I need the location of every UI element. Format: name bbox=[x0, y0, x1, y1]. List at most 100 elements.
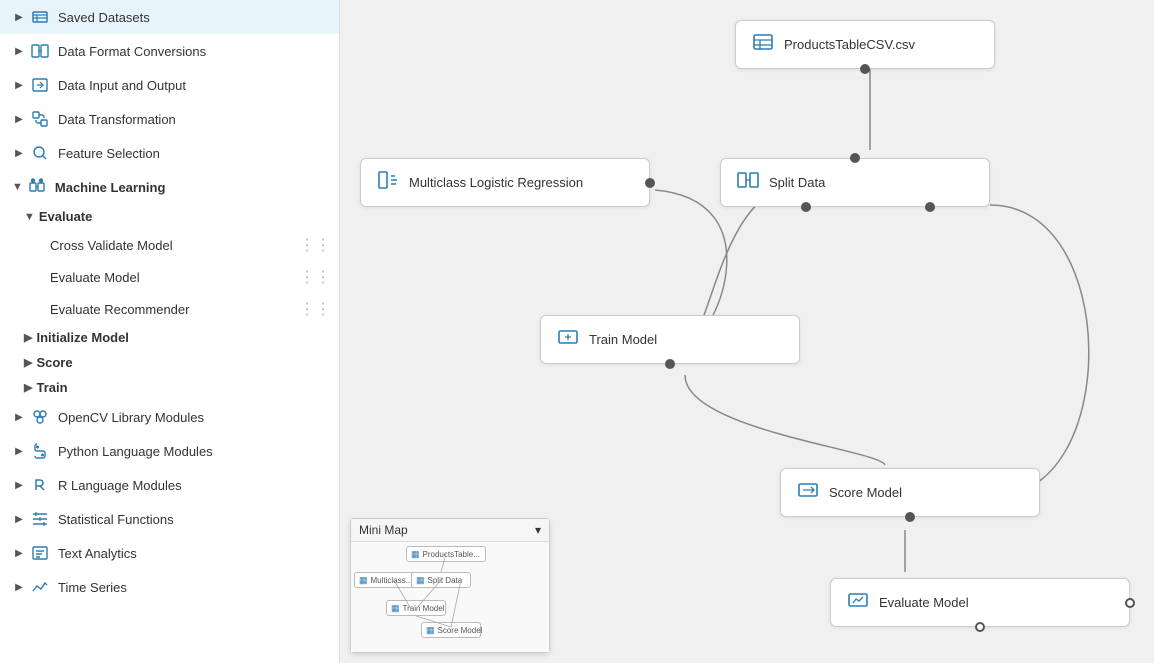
split-data-icon bbox=[737, 169, 759, 196]
mini-node-train: ▦ Train Model bbox=[386, 600, 446, 616]
mini-node-score: ▦ Score Model bbox=[421, 622, 481, 638]
chevron-right-icon: ▶ bbox=[12, 478, 26, 492]
sidebar-item-python[interactable]: ▶ Python Language Modules bbox=[0, 434, 339, 468]
multiclass-logistic-regression-node[interactable]: Multiclass Logistic Regression bbox=[360, 158, 650, 207]
mini-map-label: Mini Map bbox=[359, 523, 408, 537]
data-transform-icon bbox=[30, 109, 50, 129]
text-analytics-icon bbox=[30, 543, 50, 563]
train-model-icon bbox=[557, 326, 579, 353]
mini-node-split: ▦ Split Data bbox=[411, 572, 471, 588]
evaluate-subsection-header[interactable]: ▼ Evaluate bbox=[24, 204, 339, 229]
sidebar-item-r-language[interactable]: ▶ R Language Modules bbox=[0, 468, 339, 502]
evaluate-model-node[interactable]: Evaluate Model bbox=[830, 578, 1130, 627]
train-model-label: Train Model bbox=[589, 332, 657, 347]
train-header[interactable]: ▶ Train bbox=[24, 375, 339, 400]
sidebar-item-data-transformation[interactable]: ▶ Data Transformation bbox=[0, 102, 339, 136]
score-label: Score bbox=[36, 355, 72, 370]
node-port-bottom-right bbox=[925, 202, 935, 212]
mini-map-header[interactable]: Mini Map ▾ bbox=[351, 519, 549, 542]
chevron-right-icon: ▶ bbox=[12, 546, 26, 560]
sidebar-item-data-input-output[interactable]: ▶ Data Input and Output bbox=[0, 68, 339, 102]
chevron-right-icon: ▶ bbox=[12, 580, 26, 594]
node-port-bottom bbox=[665, 359, 675, 369]
sidebar-item-saved-datasets[interactable]: ▶ Saved Datasets bbox=[0, 0, 339, 34]
train-label: Train bbox=[36, 380, 67, 395]
sidebar-item-time-series[interactable]: ▶ Time Series bbox=[0, 570, 339, 604]
regression-icon bbox=[377, 169, 399, 196]
node-port-bottom bbox=[860, 64, 870, 74]
evaluate-model-item[interactable]: Evaluate Model ⋮⋮ bbox=[44, 261, 339, 293]
sidebar-item-label: OpenCV Library Modules bbox=[58, 410, 327, 425]
node-port-top bbox=[850, 153, 860, 163]
sidebar-item-label: Data Input and Output bbox=[58, 78, 327, 93]
chevron-right-icon: ▶ bbox=[12, 512, 26, 526]
sidebar-item-label: Text Analytics bbox=[58, 546, 327, 561]
evaluate-label: Evaluate bbox=[39, 209, 92, 224]
sidebar-item-label: Data Format Conversions bbox=[58, 44, 327, 59]
sidebar-item-label: Feature Selection bbox=[58, 146, 327, 161]
chevron-down-icon: ▼ bbox=[12, 181, 23, 193]
feature-selection-icon bbox=[30, 143, 50, 163]
machine-learning-subsection: ▼ Evaluate Cross Validate Model ⋮⋮ Evalu… bbox=[0, 204, 339, 400]
sidebar: ▶ Saved Datasets ▶ Data Format Conversio… bbox=[0, 0, 340, 663]
sidebar-item-machine-learning[interactable]: ▼ Machine Learning bbox=[0, 170, 339, 204]
initialize-model-header[interactable]: ▶ Initialize Model bbox=[24, 325, 339, 350]
chevron-right-icon: ▶ bbox=[24, 356, 32, 369]
node-port-bottom bbox=[905, 512, 915, 522]
chevron-right-icon: ▶ bbox=[12, 146, 26, 160]
products-csv-node[interactable]: ProductsTableCSV.csv bbox=[735, 20, 995, 69]
drag-handle-icon: ⋮⋮ bbox=[299, 299, 331, 319]
sidebar-item-text-analytics[interactable]: ▶ Text Analytics bbox=[0, 536, 339, 570]
evaluate-model-label: Evaluate Model bbox=[879, 595, 969, 610]
machine-learning-icon bbox=[27, 177, 47, 197]
mini-table-icon: ▦ bbox=[411, 549, 420, 560]
sidebar-item-label: Saved Datasets bbox=[58, 10, 327, 25]
score-model-node[interactable]: Score Model bbox=[780, 468, 1040, 517]
data-io-icon bbox=[30, 75, 50, 95]
table-icon bbox=[752, 31, 774, 58]
evaluate-recommender-item[interactable]: Evaluate Recommender ⋮⋮ bbox=[44, 293, 339, 325]
chevron-right-icon: ▶ bbox=[12, 44, 26, 58]
sidebar-item-label: Machine Learning bbox=[55, 180, 166, 195]
chevron-right-icon: ▶ bbox=[12, 78, 26, 92]
score-header[interactable]: ▶ Score bbox=[24, 350, 339, 375]
initialize-model-label: Initialize Model bbox=[36, 330, 128, 345]
sidebar-item-label: Data Transformation bbox=[58, 112, 327, 127]
split-data-node[interactable]: Split Data bbox=[720, 158, 990, 207]
evaluate-items: Cross Validate Model ⋮⋮ Evaluate Model ⋮… bbox=[24, 229, 339, 325]
chevron-right-icon: ▶ bbox=[24, 381, 32, 394]
chevron-down-icon: ▼ bbox=[24, 211, 35, 223]
node-port-right-hollow bbox=[1125, 598, 1135, 608]
mini-map: Mini Map ▾ ▦ ProductsTable... ▦ Multicla… bbox=[350, 518, 550, 653]
chevron-right-icon: ▶ bbox=[12, 112, 26, 126]
chevron-right-icon: ▶ bbox=[24, 331, 32, 344]
statistical-functions-icon bbox=[30, 509, 50, 529]
split-data-label: Split Data bbox=[769, 175, 825, 190]
time-series-icon bbox=[30, 577, 50, 597]
node-port-right bbox=[645, 178, 655, 188]
mini-map-dropdown-icon[interactable]: ▾ bbox=[535, 523, 541, 537]
chevron-right-icon: ▶ bbox=[12, 410, 26, 424]
sidebar-item-data-format-conversions[interactable]: ▶ Data Format Conversions bbox=[0, 34, 339, 68]
evaluate-recommender-label: Evaluate Recommender bbox=[50, 302, 189, 317]
sidebar-item-feature-selection[interactable]: ▶ Feature Selection bbox=[0, 136, 339, 170]
sidebar-item-label: R Language Modules bbox=[58, 478, 327, 493]
score-model-icon bbox=[797, 479, 819, 506]
sidebar-item-statistical-functions[interactable]: ▶ Statistical Functions bbox=[0, 502, 339, 536]
train-model-node[interactable]: Train Model bbox=[540, 315, 800, 364]
saved-datasets-icon bbox=[30, 7, 50, 27]
node-port-bottom-left bbox=[801, 202, 811, 212]
drag-handle-icon: ⋮⋮ bbox=[299, 235, 331, 255]
cross-validate-model-item[interactable]: Cross Validate Model ⋮⋮ bbox=[44, 229, 339, 261]
python-icon bbox=[30, 441, 50, 461]
sidebar-item-label: Python Language Modules bbox=[58, 444, 327, 459]
products-csv-label: ProductsTableCSV.csv bbox=[784, 37, 915, 52]
sidebar-item-opencv[interactable]: ▶ OpenCV Library Modules bbox=[0, 400, 339, 434]
chevron-right-icon: ▶ bbox=[12, 10, 26, 24]
cross-validate-model-label: Cross Validate Model bbox=[50, 238, 173, 253]
opencv-icon bbox=[30, 407, 50, 427]
multiclass-label: Multiclass Logistic Regression bbox=[409, 175, 583, 190]
main-canvas: ProductsTableCSV.csv Multiclass Logistic… bbox=[340, 0, 1154, 663]
drag-handle-icon: ⋮⋮ bbox=[299, 267, 331, 287]
r-language-icon bbox=[30, 475, 50, 495]
